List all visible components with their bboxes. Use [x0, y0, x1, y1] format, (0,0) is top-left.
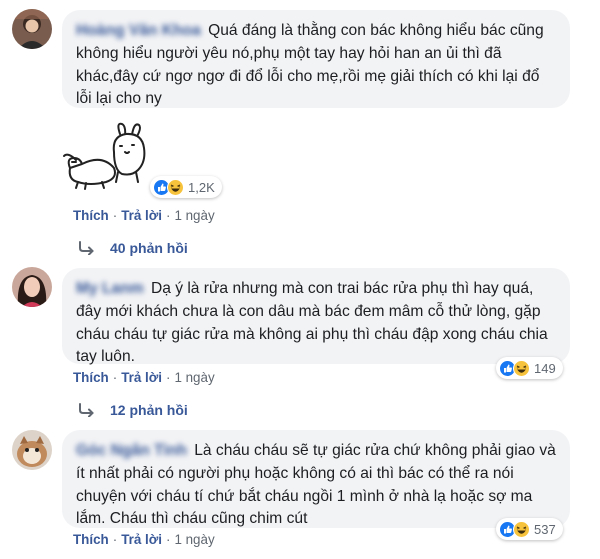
reaction-summary[interactable]: 149 [496, 357, 563, 379]
comment-author[interactable]: Hoàng Văn Khoa [76, 22, 201, 39]
reaction-count: 537 [534, 521, 556, 537]
like-link[interactable]: Thích [73, 370, 109, 385]
comment-actions: Thích · Trả lời · 1 ngày [73, 532, 215, 547]
timestamp[interactable]: 1 ngày [174, 532, 214, 547]
view-replies-link[interactable]: 12 phản hồi [78, 402, 188, 418]
comment-author[interactable]: My Lanm [76, 280, 144, 297]
reaction-summary[interactable]: 1,2K [150, 176, 222, 198]
reaction-count: 149 [534, 360, 556, 376]
comment-bubble: My Lanm Dạ ý là rửa nhưng mà con trai bá… [62, 268, 570, 366]
comment-bubble: Góc Ngân Tình Là cháu cháu sẽ tự giác rử… [62, 430, 570, 528]
reply-link[interactable]: Trả lời [121, 532, 162, 547]
timestamp[interactable]: 1 ngày [174, 208, 214, 223]
reaction-count: 1,2K [188, 179, 215, 195]
comment-bubble: Hoàng Văn Khoa Quá đáng là thằng con bác… [62, 10, 570, 108]
haha-reaction-icon [513, 359, 530, 377]
comment-actions: Thích · Trả lời · 1 ngày [73, 208, 215, 223]
reply-link[interactable]: Trả lời [121, 208, 162, 223]
like-link[interactable]: Thích [73, 208, 109, 223]
reply-link[interactable]: Trả lời [121, 370, 162, 385]
comment-text: Dạ ý là rửa nhưng mà con trai bác rửa ph… [76, 280, 548, 366]
timestamp[interactable]: 1 ngày [174, 370, 214, 385]
replies-count: 40 phản hồi [110, 240, 188, 256]
view-replies-link[interactable]: 40 phản hồi [78, 240, 188, 256]
avatar[interactable] [12, 267, 52, 307]
comment-author[interactable]: Góc Ngân Tình [76, 442, 187, 459]
reaction-summary[interactable]: 537 [496, 518, 563, 540]
reply-arrow-icon [79, 241, 94, 255]
reply-arrow-icon [79, 403, 94, 417]
haha-reaction-icon [167, 178, 184, 196]
avatar[interactable] [12, 9, 52, 49]
haha-reaction-icon [513, 520, 530, 538]
bunny-sticker [62, 122, 162, 192]
replies-count: 12 phản hồi [110, 402, 188, 418]
like-link[interactable]: Thích [73, 532, 109, 547]
avatar[interactable] [12, 430, 52, 470]
comment-actions: Thích · Trả lời · 1 ngày [73, 370, 215, 385]
